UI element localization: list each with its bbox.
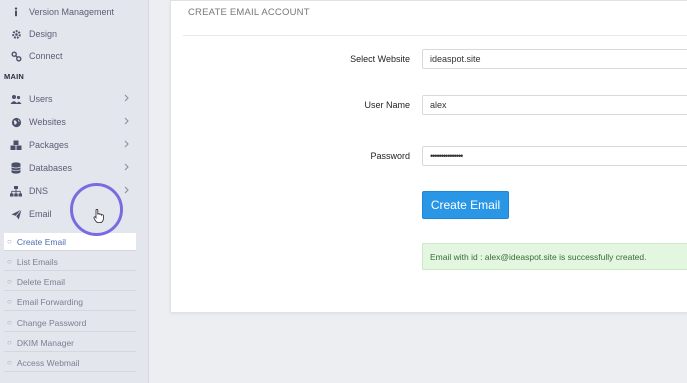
sidebar-item-users[interactable]: Users <box>0 88 148 110</box>
submenu-item-create-email[interactable]: ○ Create Email <box>4 233 136 251</box>
sidebar-item-version-management[interactable]: Version Management <box>0 1 148 23</box>
success-message: Email with id : alex@ideaspot.site is su… <box>430 251 647 262</box>
user-name-label: User Name <box>364 100 410 110</box>
chevron-right-icon <box>124 163 129 173</box>
user-name-value: alex <box>430 100 447 110</box>
submenu-item-label: List Emails <box>16 256 58 267</box>
sidebar-item-label: Connect <box>29 51 63 61</box>
info-icon <box>10 6 22 18</box>
cubes-icon <box>10 139 22 151</box>
submenu-item-access-webmail[interactable]: ○ Access Webmail <box>4 354 136 372</box>
sidebar-item-label: Version Management <box>29 7 115 17</box>
sidebar-item-databases[interactable]: Databases <box>0 157 148 179</box>
sidebar-item-label: Users <box>29 94 53 104</box>
database-icon <box>10 162 22 174</box>
select-website-label: Select Website <box>350 54 410 64</box>
sidebar-item-label: Databases <box>29 163 73 173</box>
gear-icon <box>10 28 22 40</box>
paper-plane-icon <box>10 208 22 220</box>
submenu-item-list-emails[interactable]: ○ List Emails <box>4 253 136 271</box>
chevron-right-icon <box>124 94 129 104</box>
password-value: ••••••••••••••• <box>430 151 463 161</box>
bullet-icon: ○ <box>7 257 12 266</box>
submenu-item-label: Access Webmail <box>16 357 80 368</box>
submenu-item-dkim-manager[interactable]: ○ DKIM Manager <box>4 334 136 352</box>
select-website-dropdown[interactable]: ideaspot.site <box>422 49 687 69</box>
sidebar-item-label: Email <box>29 209 52 219</box>
title-divider <box>183 35 687 36</box>
globe-icon <box>10 116 22 128</box>
sidebar-item-packages[interactable]: Packages <box>0 134 148 156</box>
user-name-input[interactable]: alex <box>422 95 687 115</box>
submenu-item-label: Delete Email <box>16 276 66 287</box>
password-input[interactable]: ••••••••••••••• <box>422 146 687 166</box>
page-title: CREATE EMAIL ACCOUNT <box>188 7 310 18</box>
sidebar-item-label: Websites <box>29 117 66 127</box>
submenu-item-label: DKIM Manager <box>16 337 75 348</box>
sidebar-item-design[interactable]: Design <box>0 23 148 45</box>
chevron-right-icon <box>124 186 129 196</box>
bullet-icon: ○ <box>7 318 12 327</box>
section-label-main: MAIN <box>4 72 24 81</box>
select-website-value: ideaspot.site <box>430 54 481 64</box>
sidebar-item-label: Design <box>29 29 58 39</box>
chevron-right-icon <box>124 117 129 127</box>
create-email-button[interactable]: Create Email <box>422 191 509 219</box>
sidebar-item-websites[interactable]: Websites <box>0 111 148 133</box>
password-label: Password <box>370 151 410 161</box>
connect-icon <box>10 50 22 62</box>
chevron-right-icon <box>124 140 129 150</box>
sidebar-item-label: Packages <box>29 140 69 150</box>
users-icon <box>10 93 22 105</box>
submenu-item-label: Email Forwarding <box>16 296 83 307</box>
submenu-item-label: Change Password <box>16 317 87 328</box>
success-alert: Email with id : alex@ideaspot.site is su… <box>422 243 687 270</box>
hand-pointer-icon <box>93 208 104 228</box>
sidebar-item-connect[interactable]: Connect <box>0 45 148 67</box>
bullet-icon: ○ <box>7 277 12 286</box>
sitemap-icon <box>10 185 22 197</box>
submenu-item-change-password[interactable]: ○ Change Password <box>4 314 136 332</box>
sidebar-item-label: DNS <box>29 186 49 196</box>
submenu-item-email-forwarding[interactable]: ○ Email Forwarding <box>4 293 136 311</box>
submenu-item-delete-email[interactable]: ○ Delete Email <box>4 273 136 291</box>
bullet-icon: ○ <box>7 358 12 367</box>
bullet-icon: ○ <box>7 237 12 246</box>
bullet-icon: ○ <box>7 338 12 347</box>
submenu-item-label: Create Email <box>16 236 66 247</box>
bullet-icon: ○ <box>7 297 12 306</box>
